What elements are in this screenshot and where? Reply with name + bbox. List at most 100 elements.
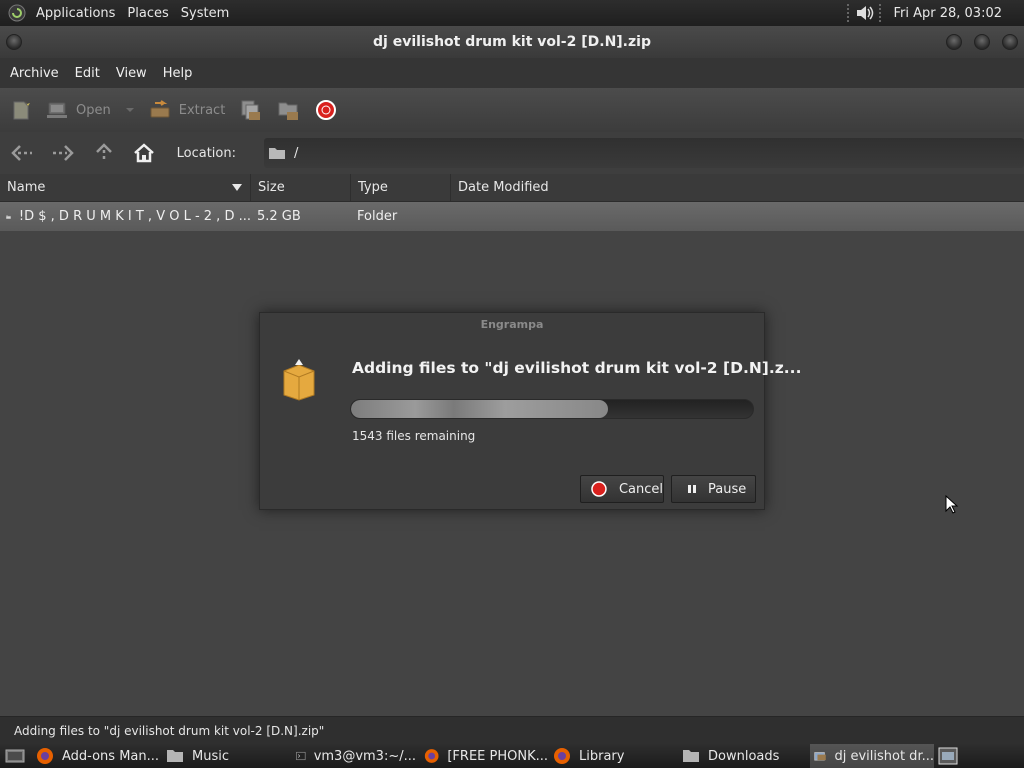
places-menu[interactable]: Places — [121, 0, 174, 26]
extract-label: Extract — [178, 102, 226, 118]
window-title: dj evilishot drum kit vol-2 [D.N].zip — [373, 34, 651, 50]
home-button[interactable] — [130, 138, 159, 168]
pause-label: Pause — [708, 481, 747, 497]
open-archive-icon — [47, 102, 67, 118]
sort-descending-icon — [232, 184, 242, 191]
minimize-button[interactable] — [946, 34, 962, 50]
title-bar[interactable]: dj evilishot drum kit vol-2 [D.N].zip — [0, 26, 1024, 58]
column-header-type-label: Type — [358, 180, 388, 195]
stop-button[interactable] — [315, 93, 337, 127]
add-files-button[interactable] — [239, 93, 263, 127]
task-label: vm3@vm3:~/... — [313, 748, 416, 764]
column-header-size-label: Size — [258, 180, 285, 195]
menu-edit[interactable]: Edit — [69, 66, 106, 81]
status-text: Adding files to "dj evilishot drum kit v… — [14, 723, 325, 738]
pause-icon — [688, 485, 696, 493]
task-label: Add-ons Man... — [62, 748, 160, 764]
back-arrow-icon — [11, 145, 33, 161]
column-header-name[interactable]: Name — [0, 174, 251, 201]
applications-menu[interactable]: Applications — [30, 0, 121, 26]
clock[interactable]: Fri Apr 28, 03:02 — [887, 6, 1024, 21]
column-header-date-label: Date Modified — [458, 180, 549, 195]
location-bar: Location: / — [0, 132, 1024, 174]
back-button[interactable] — [8, 138, 37, 168]
up-arrow-icon — [95, 143, 112, 162]
task-label: Downloads — [708, 748, 780, 764]
task-music[interactable]: Music — [166, 744, 290, 768]
folder-icon — [167, 750, 183, 762]
task-free-phonk[interactable]: [FREE PHONK... — [424, 744, 548, 768]
location-field[interactable]: / — [264, 138, 1024, 168]
task-label: Music — [192, 748, 229, 764]
maximize-button[interactable] — [974, 34, 990, 50]
workspace-switcher[interactable] — [936, 744, 960, 768]
file-name: !D $ , D R U M K I T , V O L - 2 , D ... — [18, 209, 251, 224]
folder-icon — [6, 214, 11, 219]
forward-button[interactable] — [49, 138, 78, 168]
task-terminal[interactable]: vm3@vm3:~/... — [296, 744, 416, 768]
file-size: 5.2 GB — [257, 209, 301, 224]
location-path: / — [294, 145, 299, 161]
task-label: Library — [579, 748, 625, 764]
folder-icon — [269, 148, 285, 159]
table-row[interactable]: !D $ , D R U M K I T , V O L - 2 , D ...… — [0, 202, 1024, 231]
status-bar: Adding files to "dj evilishot drum kit v… — [0, 716, 1024, 744]
panel-handle — [879, 4, 883, 22]
toolbar: Open Extract — [0, 88, 1024, 132]
menu-view[interactable]: View — [110, 66, 153, 81]
show-desktop-button[interactable] — [0, 744, 30, 768]
up-button[interactable] — [89, 138, 118, 168]
home-icon — [134, 143, 155, 163]
taskbar: Add-ons Man... Music vm3@vm3:~/... [FREE… — [0, 744, 1024, 768]
cancel-label: Cancel — [618, 481, 663, 497]
task-engrampa-archive[interactable]: dj evilishot dr... — [810, 744, 934, 768]
progress-bar — [350, 399, 754, 419]
column-header-name-label: Name — [7, 180, 46, 195]
volume-icon[interactable] — [855, 4, 875, 22]
panel-handle — [847, 4, 851, 22]
add-files-icon — [241, 100, 261, 120]
new-archive-button[interactable] — [10, 93, 32, 127]
show-desktop-icon — [5, 749, 25, 763]
firefox-icon — [554, 748, 570, 764]
window-menu-button[interactable] — [6, 34, 22, 50]
firefox-icon — [424, 749, 439, 763]
pause-button[interactable]: Pause — [671, 475, 756, 503]
dialog-title: Engrampa — [480, 318, 544, 331]
menu-archive[interactable]: Archive — [4, 66, 65, 81]
task-label: dj evilishot dr... — [834, 748, 934, 764]
top-panel: Applications Places System Fri Apr 28, 0… — [0, 0, 1024, 26]
files-remaining-text: 1543 files remaining — [352, 429, 476, 443]
task-library[interactable]: Library — [553, 744, 677, 768]
column-header-date-modified[interactable]: Date Modified — [451, 174, 1024, 201]
open-button[interactable]: Open — [46, 93, 135, 127]
task-addons-manager[interactable]: Add-ons Man... — [36, 744, 160, 768]
distro-logo-icon[interactable] — [8, 4, 26, 22]
progress-dialog: Engrampa Adding files to "dj evilishot d… — [259, 312, 801, 510]
terminal-icon — [296, 751, 306, 761]
system-menu[interactable]: System — [175, 0, 235, 26]
column-header-type[interactable]: Type — [351, 174, 451, 201]
stop-icon — [591, 481, 607, 497]
archive-icon — [814, 752, 826, 761]
task-downloads[interactable]: Downloads — [682, 744, 806, 768]
close-button[interactable] — [1002, 34, 1018, 50]
mouse-pointer-icon — [945, 495, 959, 514]
folder-icon — [683, 750, 699, 762]
dialog-heading: Adding files to "dj evilishot drum kit v… — [352, 359, 802, 377]
open-label: Open — [76, 102, 111, 118]
workspace-icon — [938, 747, 958, 765]
extract-button[interactable]: Extract — [149, 93, 226, 127]
menu-help[interactable]: Help — [157, 66, 199, 81]
cancel-button[interactable]: Cancel — [580, 475, 664, 503]
stop-icon — [316, 100, 337, 120]
file-name-cell: !D $ , D R U M K I T , V O L - 2 , D ... — [0, 208, 251, 226]
column-header-size[interactable]: Size — [251, 174, 351, 201]
add-folder-icon — [278, 102, 299, 120]
add-folder-button[interactable] — [277, 93, 301, 127]
location-label: Location: — [176, 145, 236, 161]
task-label: [FREE PHONK... — [447, 748, 548, 764]
column-headers: Name Size Type Date Modified — [0, 174, 1024, 202]
firefox-icon — [37, 748, 53, 764]
open-dropdown-icon[interactable] — [125, 105, 135, 115]
